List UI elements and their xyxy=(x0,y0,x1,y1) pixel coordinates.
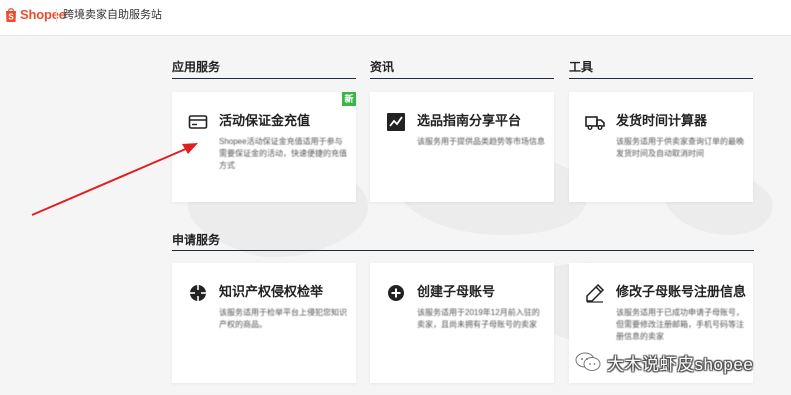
card-title: 知识产权侵权检举 xyxy=(219,284,324,299)
card-description: 该服务适用于2019年12月前入驻的卖家，且尚未拥有子母账号的卖家 xyxy=(417,308,540,329)
card-title: 创建子母账号 xyxy=(417,284,496,299)
card-deposit-topup[interactable]: 活动保证金充值 Shopee活动保证金充值适用于参与需要保证金的活动，快速便捷的… xyxy=(172,92,356,202)
watermark-text: 大木说虾皮shopee xyxy=(607,355,754,374)
wechat-icon xyxy=(575,352,601,371)
card-ip-report[interactable]: 知识产权侵权检举 该服务适用于检举平台上侵犯您知识产权的商品。 xyxy=(172,263,356,383)
section-divider xyxy=(172,250,754,251)
plus-circle-icon xyxy=(388,285,404,301)
shopee-bag-icon[interactable]: S xyxy=(4,7,18,23)
watermark: 大木说虾皮shopee xyxy=(575,350,775,376)
section-title-app-services: 应用服务 xyxy=(172,60,221,74)
card-description: 该服务适用于已成功申请子母账号，但需要修改注册邮箱，手机号码等注册信息的卖家 xyxy=(616,308,744,341)
card-icon xyxy=(188,115,208,129)
trend-chart-icon xyxy=(387,113,405,131)
pencil-icon xyxy=(586,283,605,303)
card-description: 该服务用于提供品类趋势等市场信息 xyxy=(417,137,545,146)
card-product-guide[interactable]: 选品指南分享平台 该服务用于提供品类趋势等市场信息 xyxy=(370,92,554,202)
card-create-sub-account[interactable]: 创建子母账号 该服务适用于2019年12月前入驻的卖家，且尚未拥有子母账号的卖家 xyxy=(370,263,554,383)
section-title-tools: 工具 xyxy=(569,60,594,74)
svg-text:S: S xyxy=(8,13,14,22)
card-title: 修改子母账号注册信息 xyxy=(616,284,747,299)
card-title: 活动保证金充值 xyxy=(219,113,311,128)
section-divider xyxy=(370,78,554,79)
crosshair-icon xyxy=(190,285,206,301)
top-bar: S Shopee 跨境卖家自助服务站 xyxy=(0,0,791,36)
card-description: Shopee活动保证金充值适用于参与需要保证金的活动，快速便捷的充值方式 xyxy=(219,137,347,170)
section-title-news: 资讯 xyxy=(370,60,395,74)
section-divider xyxy=(569,78,753,79)
card-title: 选品指南分享平台 xyxy=(417,113,522,128)
new-badge: 新 xyxy=(342,92,356,106)
section-divider xyxy=(172,78,356,79)
card-description: 该服务适用于供卖家查询订单的最晚发货时间及自动取消时间 xyxy=(616,137,744,158)
site-title: 跨境卖家自助服务站 xyxy=(56,9,162,22)
card-description: 该服务适用于检举平台上侵犯您知识产权的商品。 xyxy=(219,308,347,329)
card-title: 发货时间计算器 xyxy=(616,113,708,128)
truck-icon xyxy=(585,116,605,130)
card-shipping-calculator[interactable]: 发货时间计算器 该服务适用于供卖家查询订单的最晚发货时间及自动取消时间 xyxy=(569,92,753,202)
section-title-apply-services: 申请服务 xyxy=(172,233,221,247)
